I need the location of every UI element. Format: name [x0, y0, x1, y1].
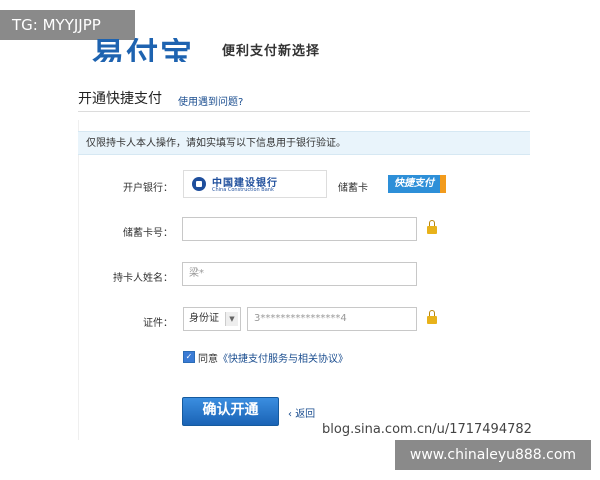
- bank-name-en: China Construction Bank: [212, 187, 274, 193]
- card-type: 储蓄卡: [338, 183, 368, 194]
- id-label: 证件：: [143, 318, 173, 329]
- notice-bar: 仅限持卡人本人操作，请如实填写以下信息用于银行验证。: [78, 131, 530, 155]
- lock-icon: [427, 310, 437, 324]
- page-title: 开通快捷支付: [78, 91, 162, 107]
- bank-label: 开户银行：: [123, 183, 173, 194]
- agree-prefix: 同意: [198, 354, 218, 365]
- ccb-logo-icon: [192, 177, 206, 191]
- holder-name-input[interactable]: 梁*: [182, 262, 417, 286]
- watermark-tag: TG: MYYJJPP: [0, 10, 135, 40]
- agree-checkbox[interactable]: ✓: [183, 351, 195, 363]
- brand-logo: 易付宝: [92, 38, 195, 62]
- help-link[interactable]: 使用遇到问题?: [178, 93, 243, 108]
- agreement-link[interactable]: 《快捷支付服务与相关协议》: [218, 354, 348, 365]
- card-number-input[interactable]: [182, 217, 417, 241]
- lock-icon: [427, 220, 437, 234]
- bank-logo-box: 中国建设银行 China Construction Bank: [183, 170, 327, 198]
- holder-name-label: 持卡人姓名：: [113, 273, 173, 284]
- chevron-down-icon: ▼: [225, 312, 238, 326]
- card-number-label: 储蓄卡号：: [123, 228, 173, 239]
- back-link[interactable]: ‹ 返回: [288, 405, 315, 420]
- id-type-value: 身份证: [189, 313, 219, 324]
- id-number-input[interactable]: 3****************4: [247, 307, 417, 331]
- quick-pay-badge: 快捷支付: [388, 175, 446, 193]
- agreement-text: 同意《快捷支付服务与相关协议》: [198, 350, 348, 365]
- site-watermark: www.chinaleyu888.com: [395, 440, 591, 470]
- blog-watermark: blog.sina.com.cn/u/1717494782: [322, 422, 532, 437]
- title-divider: [78, 111, 530, 112]
- brand-slogan: 便利支付新选择: [222, 44, 321, 59]
- back-label: 返回: [295, 409, 316, 420]
- id-type-select[interactable]: 身份证 ▼: [183, 307, 241, 331]
- confirm-button[interactable]: 确认开通: [182, 397, 279, 426]
